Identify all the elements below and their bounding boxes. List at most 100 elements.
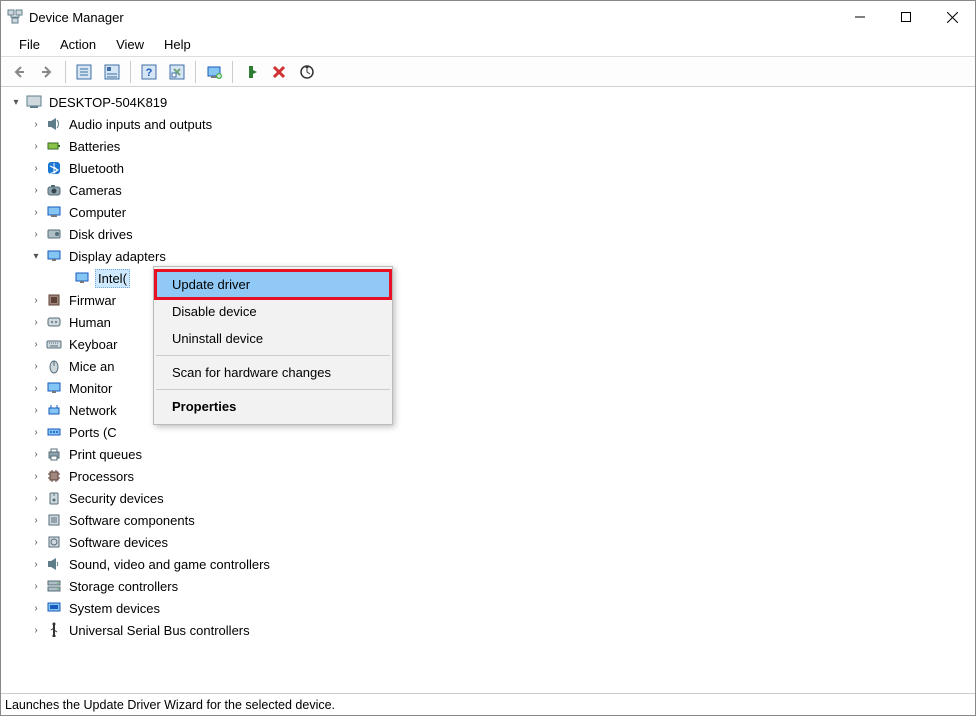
- chevron-right-icon[interactable]: ›: [29, 557, 43, 571]
- bluetooth-icon: [45, 159, 63, 177]
- chevron-right-icon[interactable]: ›: [29, 183, 43, 197]
- chevron-right-icon[interactable]: ›: [29, 491, 43, 505]
- tree-category-label: Processors: [67, 468, 136, 485]
- swc-icon: [45, 511, 63, 529]
- toolbar-uninstall-button[interactable]: [267, 60, 291, 84]
- tree-device-item[interactable]: Intel(: [3, 267, 973, 289]
- toolbar-scan-hardware-button[interactable]: [295, 60, 319, 84]
- chevron-right-icon[interactable]: ›: [29, 601, 43, 615]
- tree-category-bluetooth[interactable]: › Bluetooth: [3, 157, 973, 179]
- tree-root[interactable]: ▾ DESKTOP-504K819: [3, 91, 973, 113]
- tree-category-hid[interactable]: ›Human: [3, 311, 973, 333]
- menu-view[interactable]: View: [106, 35, 154, 54]
- tree-category-network[interactable]: › Network: [3, 399, 973, 421]
- chevron-right-icon[interactable]: ›: [29, 337, 43, 351]
- chevron-right-icon[interactable]: ›: [29, 403, 43, 417]
- toolbar-update-driver-button[interactable]: [202, 60, 226, 84]
- tree-category-computer[interactable]: ›Computer: [3, 201, 973, 223]
- tree-category-label: Batteries: [67, 138, 122, 155]
- device-manager-window: Device Manager File Action View Help: [0, 0, 976, 716]
- tree-category-label: Firmwar: [67, 292, 118, 309]
- window-title: Device Manager: [29, 10, 124, 25]
- tree-category-sound[interactable]: › Sound, video and game controllers: [3, 553, 973, 575]
- chevron-right-icon[interactable]: ›: [29, 117, 43, 131]
- tree-category-battery[interactable]: › Batteries: [3, 135, 973, 157]
- chevron-right-icon[interactable]: ›: [29, 623, 43, 637]
- tree-category-swc[interactable]: ›Software components: [3, 509, 973, 531]
- toolbar-enable-button[interactable]: [239, 60, 263, 84]
- maximize-button[interactable]: [883, 1, 929, 33]
- tree-category-label: Universal Serial Bus controllers: [67, 622, 252, 639]
- system-icon: [45, 599, 63, 617]
- chevron-right-icon[interactable]: ›: [29, 469, 43, 483]
- toolbar-detail-view-button[interactable]: [100, 60, 124, 84]
- menubar: File Action View Help: [1, 33, 975, 57]
- toolbar-scan-button[interactable]: [165, 60, 189, 84]
- battery-icon: [45, 137, 63, 155]
- chevron-down-icon[interactable]: ▾: [29, 249, 43, 263]
- context-uninstall-device[interactable]: Uninstall device: [156, 325, 390, 352]
- tree-category-label: Storage controllers: [67, 578, 180, 595]
- chevron-right-icon[interactable]: ›: [29, 513, 43, 527]
- tree-category-disk[interactable]: › Disk drives: [3, 223, 973, 245]
- menu-file[interactable]: File: [9, 35, 50, 54]
- tree-category-security[interactable]: › Security devices: [3, 487, 973, 509]
- tree-category-label: Network: [67, 402, 119, 419]
- context-properties[interactable]: Properties: [156, 393, 390, 420]
- toolbar-separator: [130, 61, 131, 83]
- camera-icon: [45, 181, 63, 199]
- tree-category-monitor[interactable]: ›Monitor: [3, 377, 973, 399]
- titlebar: Device Manager: [1, 1, 975, 33]
- speaker-icon: [45, 115, 63, 133]
- tree-category-printer[interactable]: ›Print queues: [3, 443, 973, 465]
- menu-help[interactable]: Help: [154, 35, 201, 54]
- chevron-right-icon[interactable]: ›: [29, 447, 43, 461]
- context-separator: [156, 355, 390, 356]
- printer-icon: [45, 445, 63, 463]
- chevron-right-icon[interactable]: ›: [29, 315, 43, 329]
- tree-category-label: Security devices: [67, 490, 166, 507]
- chevron-right-icon[interactable]: ›: [29, 139, 43, 153]
- menu-action[interactable]: Action: [50, 35, 106, 54]
- chevron-right-icon[interactable]: ›: [29, 359, 43, 373]
- context-disable-device[interactable]: Disable device: [156, 298, 390, 325]
- toolbar-help-button[interactable]: ?: [137, 60, 161, 84]
- chevron-right-icon[interactable]: ›: [29, 579, 43, 593]
- device-tree[interactable]: ▾ DESKTOP-504K819 ›Audio inputs and outp…: [1, 87, 975, 693]
- tree-category-speaker[interactable]: ›Audio inputs and outputs: [3, 113, 973, 135]
- close-button[interactable]: [929, 1, 975, 33]
- tree-category-cpu[interactable]: › Processors: [3, 465, 973, 487]
- tree-category-firmware[interactable]: › Firmwar: [3, 289, 973, 311]
- sound-icon: [45, 555, 63, 573]
- toolbar-tree-view-button[interactable]: [72, 60, 96, 84]
- tree-category-storage[interactable]: › Storage controllers: [3, 575, 973, 597]
- tree-category-usb[interactable]: › Universal Serial Bus controllers: [3, 619, 973, 641]
- tree-category-label: Disk drives: [67, 226, 135, 243]
- tree-category-label: Sound, video and game controllers: [67, 556, 272, 573]
- disk-icon: [45, 225, 63, 243]
- chevron-down-icon[interactable]: ▾: [9, 95, 23, 109]
- tree-category-swd[interactable]: ›Software devices: [3, 531, 973, 553]
- tree-category-display[interactable]: ▾Display adapters: [3, 245, 973, 267]
- chevron-right-icon[interactable]: ›: [29, 227, 43, 241]
- tree-category-keyboard[interactable]: › Keyboar: [3, 333, 973, 355]
- chevron-right-icon[interactable]: ›: [29, 425, 43, 439]
- tree-category-label: Bluetooth: [67, 160, 126, 177]
- chevron-right-icon[interactable]: ›: [29, 161, 43, 175]
- chevron-right-icon[interactable]: ›: [29, 293, 43, 307]
- context-scan-hardware[interactable]: Scan for hardware changes: [156, 359, 390, 386]
- chevron-right-icon[interactable]: ›: [29, 205, 43, 219]
- toolbar-forward-button[interactable]: [35, 60, 59, 84]
- minimize-button[interactable]: [837, 1, 883, 33]
- cpu-icon: [45, 467, 63, 485]
- tree-category-ports[interactable]: ›Ports (C: [3, 421, 973, 443]
- tree-category-system[interactable]: ›System devices: [3, 597, 973, 619]
- tree-category-mouse[interactable]: ›Mice an: [3, 355, 973, 377]
- toolbar-back-button[interactable]: [7, 60, 31, 84]
- hid-icon: [45, 313, 63, 331]
- chevron-right-icon[interactable]: ›: [29, 535, 43, 549]
- context-update-driver[interactable]: Update driver: [156, 271, 390, 298]
- tree-category-label: Keyboar: [67, 336, 119, 353]
- chevron-right-icon[interactable]: ›: [29, 381, 43, 395]
- tree-category-camera[interactable]: ›Cameras: [3, 179, 973, 201]
